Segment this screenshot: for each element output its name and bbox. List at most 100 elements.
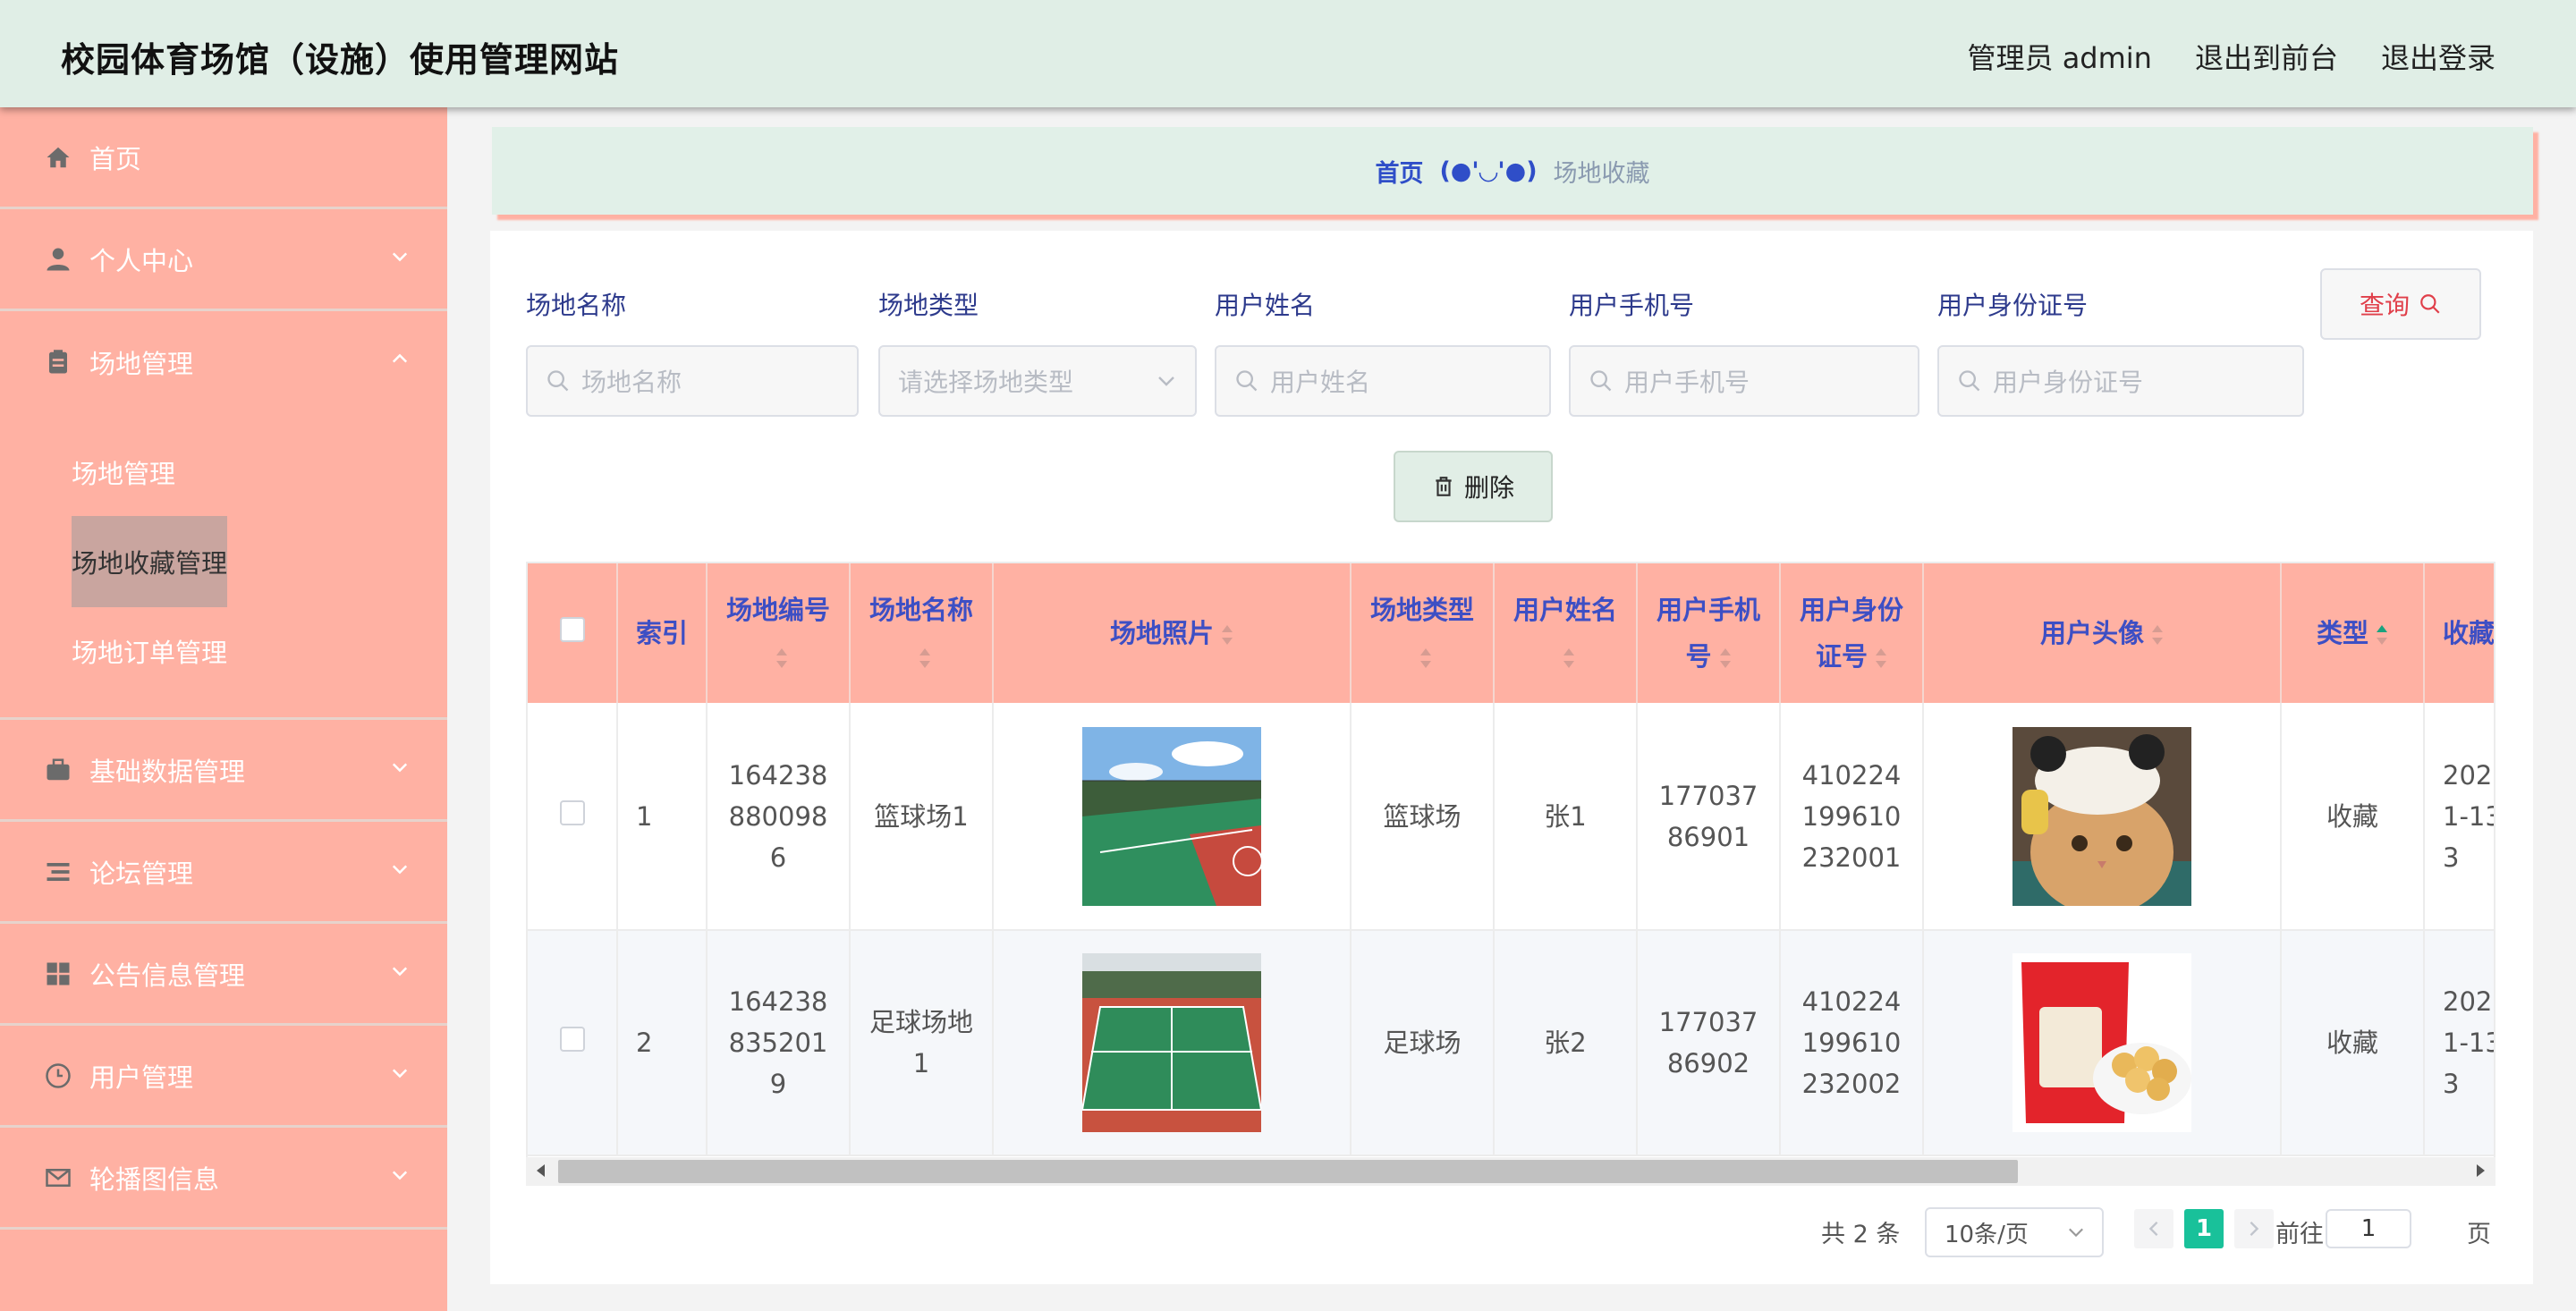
submenu-item-field-management[interactable]: 场地管理 xyxy=(0,427,447,517)
cell-field-photo xyxy=(993,930,1352,1156)
header-select-all[interactable] xyxy=(528,563,618,703)
submenu-item-field-favorites[interactable]: 场地收藏管理 xyxy=(0,516,447,607)
sort-icon[interactable] xyxy=(1563,648,1575,668)
sort-asc-icon[interactable] xyxy=(2376,625,2388,645)
header-field-name[interactable]: 场地名称 xyxy=(850,563,994,703)
sort-icon[interactable] xyxy=(1875,648,1887,668)
search-icon xyxy=(2420,294,2440,314)
field-type-select[interactable]: 请选择场地类型 xyxy=(878,345,1197,417)
cell-kind: 收藏 xyxy=(2281,703,2425,931)
next-page-button[interactable] xyxy=(2234,1209,2274,1248)
cell-field-type: 篮球场 xyxy=(1351,703,1495,931)
select-placeholder: 请选择场地类型 xyxy=(898,368,1074,397)
search-icon xyxy=(1959,370,1980,392)
sidebar-item-basic-data[interactable]: 基础数据管理 xyxy=(0,720,447,822)
chevron-down-icon xyxy=(392,1171,408,1180)
scroll-left-arrow-icon[interactable] xyxy=(537,1164,545,1177)
header-field-type[interactable]: 场地类型 xyxy=(1351,563,1495,703)
top-header: 校园体育场馆（设施）使用管理网站 管理员 admin 退出到前台 退出登录 xyxy=(0,0,2576,107)
filter-label: 用户手机号 xyxy=(1569,291,1695,320)
page-unit-label: 页 xyxy=(2467,1221,2491,1248)
row-checkbox[interactable] xyxy=(559,799,585,825)
select-all-checkbox[interactable] xyxy=(559,617,585,642)
user-name-input[interactable]: 用户姓名 xyxy=(1215,345,1551,417)
filter-label: 场地名称 xyxy=(526,291,627,320)
filter-field-name: 场地名称 场地名称 xyxy=(526,286,859,417)
query-button[interactable]: 查询 xyxy=(2320,268,2481,340)
sort-icon[interactable] xyxy=(2151,625,2164,645)
header-field-code[interactable]: 场地编号 xyxy=(707,563,851,703)
list-icon xyxy=(43,857,73,887)
home-icon xyxy=(43,142,73,173)
sidebar-item-user-management[interactable]: 用户管理 xyxy=(0,1026,447,1128)
filter-user-id: 用户身份证号 用户身份证号 xyxy=(1937,286,2304,417)
cell-user-name: 张1 xyxy=(1494,703,1638,931)
prev-page-button[interactable] xyxy=(2134,1209,2174,1248)
delete-button[interactable]: 删除 xyxy=(1394,451,1553,522)
header-kind[interactable]: 类型 xyxy=(2281,563,2425,703)
row-checkbox[interactable] xyxy=(559,1027,585,1052)
sidebar-item-home[interactable]: 首页 xyxy=(0,107,447,209)
sidebar-item-carousel[interactable]: 轮播图信息 xyxy=(0,1128,447,1230)
tennis-court-photo[interactable] xyxy=(1082,953,1261,1132)
logout-link[interactable]: 退出登录 xyxy=(2381,36,2496,77)
header-user-idcard[interactable]: 用户身份证号 xyxy=(1780,563,1924,703)
row-checkbox-cell[interactable] xyxy=(528,703,618,931)
trash-icon xyxy=(1436,477,1452,496)
header-user-phone[interactable]: 用户手机号 xyxy=(1637,563,1781,703)
admin-user-label[interactable]: 管理员 admin xyxy=(1968,36,2152,77)
header-user-name[interactable]: 用户姓名 xyxy=(1494,563,1638,703)
sort-icon[interactable] xyxy=(1719,648,1732,668)
scrollbar-thumb[interactable] xyxy=(558,1160,2018,1183)
user-id-input[interactable]: 用户身份证号 xyxy=(1937,345,2304,417)
sort-icon[interactable] xyxy=(1221,625,1233,645)
row-checkbox-cell[interactable] xyxy=(528,930,618,1156)
sidebar-item-forum[interactable]: 论坛管理 xyxy=(0,822,447,924)
field-name-input[interactable]: 场地名称 xyxy=(526,345,859,417)
chevron-right-icon xyxy=(2250,1221,2259,1237)
cell-user-avatar xyxy=(1923,930,2282,1156)
header-favorite-time[interactable]: 收藏 xyxy=(2424,563,2494,703)
sidebar-item-label: 场地管理 xyxy=(89,349,194,379)
horizontal-scrollbar[interactable] xyxy=(526,1157,2496,1186)
sidebar-item-personal-center[interactable]: 个人中心 xyxy=(0,209,447,311)
snack-avatar-photo[interactable] xyxy=(2012,953,2191,1132)
pagination-total: 共 2 条 xyxy=(1821,1221,1901,1248)
basketball-court-photo[interactable] xyxy=(1082,726,1261,906)
cell-kind: 收藏 xyxy=(2281,930,2425,1156)
favorites-table: 索引 场地编号 场地名称 场地照片 场地类型 用户姓名 用户手机号 用户身份证号… xyxy=(526,562,2496,1184)
cell-text: 410224199610232002 xyxy=(1801,986,1902,1099)
sidebar-item-label: 基础数据管理 xyxy=(89,756,246,787)
input-placeholder: 用户姓名 xyxy=(1270,368,1371,397)
cell-field-name: 足球场地1 xyxy=(850,930,994,1156)
chevron-down-icon xyxy=(392,1069,408,1078)
page-number-button[interactable]: 1 xyxy=(2184,1209,2224,1248)
submenu-item-field-orders[interactable]: 场地订单管理 xyxy=(0,606,447,696)
sidebar-item-label: 公告信息管理 xyxy=(89,960,246,991)
user-phone-input[interactable]: 用户手机号 xyxy=(1569,345,1919,417)
clipboard-icon xyxy=(43,347,73,377)
sidebar-item-announcement[interactable]: 公告信息管理 xyxy=(0,924,447,1026)
sort-icon[interactable] xyxy=(919,648,931,668)
table-row[interactable]: 1 1642388800986 篮球场1 篮球场 张1 17703786901 … xyxy=(528,703,2494,931)
sort-icon[interactable] xyxy=(1419,648,1432,668)
field-management-submenu: 场地管理 场地收藏管理 场地订单管理 xyxy=(0,413,447,720)
page-size-select[interactable]: 10条/页 xyxy=(1925,1207,2104,1257)
filter-user-phone: 用户手机号 用户手机号 xyxy=(1569,286,1919,417)
table-row[interactable]: 2 1642388352019 足球场地1 足球场 张2 17703786902… xyxy=(528,930,2494,1156)
sort-icon[interactable] xyxy=(775,648,788,668)
scroll-right-arrow-icon[interactable] xyxy=(2477,1164,2485,1177)
cell-text: 17703786902 xyxy=(1658,1007,1758,1078)
cat-avatar-photo[interactable] xyxy=(2012,726,2191,906)
exit-to-frontend-link[interactable]: 退出到前台 xyxy=(2195,36,2338,77)
goto-label: 前往 xyxy=(2275,1221,2324,1248)
cell-user-name: 张2 xyxy=(1494,930,1638,1156)
breadcrumb: 首页 (●'◡'●) 场地收藏 xyxy=(492,127,2533,215)
goto-page-input[interactable]: 1 xyxy=(2326,1209,2411,1248)
sidebar-item-field-management[interactable]: 场地管理 xyxy=(0,311,447,413)
sidebar-item-label: 轮播图信息 xyxy=(89,1163,220,1195)
briefcase-icon xyxy=(43,755,73,785)
header-user-avatar[interactable]: 用户头像 xyxy=(1923,563,2282,703)
header-field-photo[interactable]: 场地照片 xyxy=(993,563,1352,703)
breadcrumb-home[interactable]: 首页 xyxy=(1375,154,1423,189)
